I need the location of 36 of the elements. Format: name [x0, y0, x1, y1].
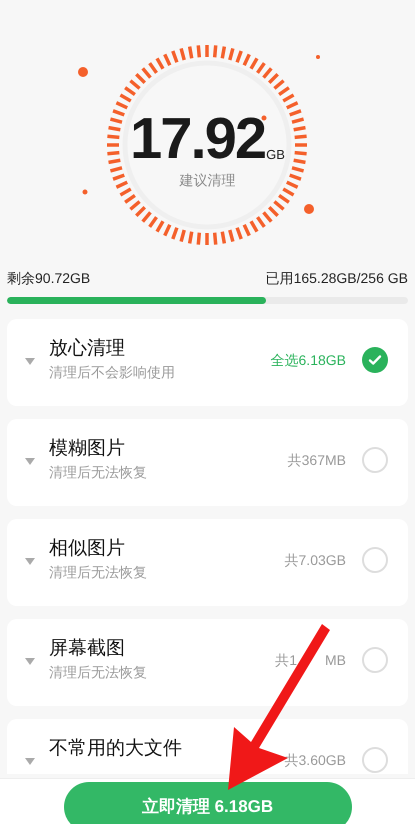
category-subtitle: 清理后不会影响使用 — [49, 363, 176, 382]
size-label: 共3.60GB — [284, 751, 346, 770]
category-card[interactable]: 不常用的大文件 共3.60GB — [7, 719, 408, 774]
category-card[interactable]: 屏幕截图 清理后无法恢复 共1 MB — [7, 619, 408, 706]
category-card[interactable]: 模糊图片 清理后无法恢复 共367MB — [7, 419, 408, 506]
category-subtitle: 清理后无法恢复 — [49, 563, 148, 582]
category-title: 模糊图片 — [49, 437, 126, 461]
category-card[interactable]: 相似图片 清理后无法恢复 共7.03GB — [7, 519, 408, 606]
size-label: 共7.03GB — [284, 551, 346, 570]
size-label: 全选6.18GB — [270, 351, 346, 370]
category-title: 屏幕截图 — [49, 637, 126, 661]
unit: GB — [266, 146, 285, 164]
amount: 17.92 — [130, 110, 266, 168]
used-space: 已用165.28GB/256 GB — [266, 269, 408, 288]
free-space: 剩余90.72GB — [7, 269, 90, 288]
category-subtitle: 清理后无法恢复 — [49, 463, 148, 482]
checkbox[interactable] — [362, 747, 388, 773]
checkmark-icon — [368, 353, 382, 367]
dropdown-caret-icon — [25, 358, 35, 365]
size-label: 共1 — [275, 651, 297, 670]
caption: 建议清理 — [180, 171, 236, 190]
checkbox-checked[interactable] — [362, 347, 388, 373]
dropdown-caret-icon — [25, 758, 35, 765]
dropdown-caret-icon — [25, 458, 35, 465]
size-label: MB — [325, 651, 346, 670]
category-title: 不常用的大文件 — [49, 737, 183, 761]
checkbox[interactable] — [362, 447, 388, 473]
checkbox[interactable] — [362, 547, 388, 573]
category-subtitle: 清理后无法恢复 — [49, 663, 148, 682]
category-title: 相似图片 — [49, 537, 126, 561]
size-label: 共367MB — [288, 451, 346, 470]
dropdown-caret-icon — [25, 658, 35, 665]
category-title: 放心清理 — [49, 337, 126, 361]
dropdown-caret-icon — [25, 558, 35, 565]
category-card[interactable]: 放心清理 清理后不会影响使用 全选6.18GB — [7, 319, 408, 406]
checkbox[interactable] — [362, 647, 388, 673]
